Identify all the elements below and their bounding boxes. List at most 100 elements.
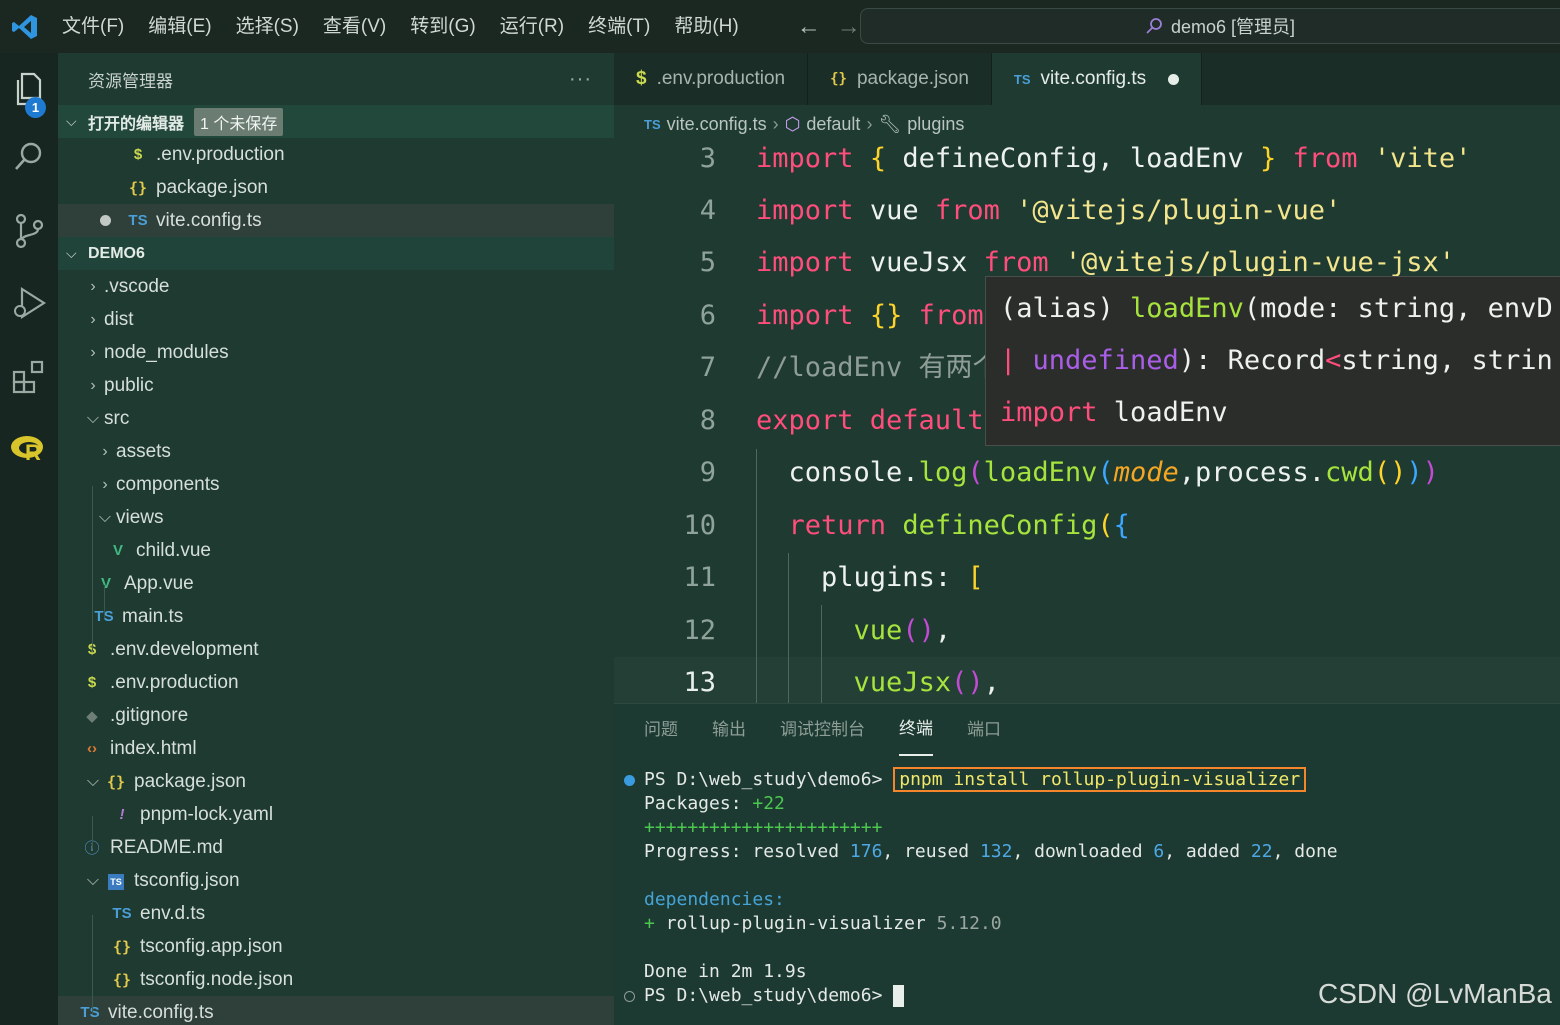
tab-ports[interactable]: 端口	[967, 704, 1001, 756]
more-actions-icon[interactable]: ···	[569, 68, 592, 91]
tab-env-production[interactable]: $ .env.production	[614, 53, 809, 105]
tree-item[interactable]: $ .env.production	[58, 666, 614, 699]
tree-item[interactable]: ⌵ TS tsconfig.json	[58, 864, 614, 897]
tree-item[interactable]: › components	[58, 468, 614, 501]
search-icon[interactable]	[0, 125, 58, 189]
code-line: 4 import vue from '@vitejs/plugin-vue'	[614, 185, 1560, 237]
tree-item-label: tsconfig.node.json	[140, 968, 294, 990]
tree-item[interactable]: TS env.d.ts	[58, 897, 614, 930]
chevron-right-icon: ›	[90, 343, 96, 361]
menu-go[interactable]: 转到(G)	[398, 9, 487, 45]
r-language-icon[interactable]: R	[0, 417, 58, 481]
tree-item[interactable]: › dist	[58, 303, 614, 336]
menu-run[interactable]: 运行(R)	[488, 9, 576, 45]
terminal-text: dependencies:	[644, 889, 785, 910]
hover-text: loadEnv	[1130, 293, 1244, 324]
yaml-file-icon: !	[119, 806, 125, 823]
open-editor-item[interactable]: TS vite.config.ts	[58, 204, 614, 237]
menu-selection[interactable]: 选择(S)	[224, 9, 311, 45]
terminal-text: +22	[752, 793, 785, 814]
tree-item-label: env.d.ts	[140, 902, 206, 924]
typescript-file-icon: TS	[112, 905, 132, 922]
tree-item[interactable]: V App.vue	[58, 567, 614, 600]
menu-terminal[interactable]: 终端(T)	[576, 9, 662, 45]
typescript-file-icon: TS	[644, 116, 661, 132]
menu-edit[interactable]: 编辑(E)	[136, 9, 223, 45]
tab-debug-console[interactable]: 调试控制台	[780, 704, 865, 756]
json-file-icon: {}	[128, 178, 148, 197]
wrench-icon: 🔧︎	[878, 113, 902, 134]
cube-icon: ⬡	[784, 113, 801, 134]
menu-help[interactable]: 帮助(H)	[662, 9, 750, 45]
tree-item[interactable]: {} tsconfig.node.json	[58, 963, 614, 996]
line-number: 4	[699, 195, 716, 226]
line-number: 8	[699, 405, 716, 436]
tab-problems[interactable]: 问题	[644, 704, 678, 756]
tree-item-label: index.html	[110, 737, 197, 759]
tree-item[interactable]: ⌵ views	[58, 501, 614, 534]
tree-item[interactable]: › assets	[58, 435, 614, 468]
breadcrumb-file[interactable]: vite.config.ts	[667, 114, 767, 135]
tree-item-label: components	[116, 473, 220, 495]
tree-item[interactable]: ⓘREADME.md	[58, 831, 614, 864]
run-debug-icon[interactable]	[0, 271, 58, 335]
tree-item[interactable]: › .vscode	[58, 270, 614, 303]
command-center-text: demo6 [管理员]	[1170, 17, 1296, 37]
tree-item[interactable]: {} tsconfig.app.json	[58, 930, 614, 963]
command-center-search[interactable]: demo6 [管理员]	[860, 8, 1560, 44]
arrow-right-icon[interactable]: →	[837, 14, 861, 39]
tree-item-label: tsconfig.json	[134, 869, 240, 891]
breadcrumb-symbol[interactable]: default	[806, 114, 860, 135]
command-pending-dot-icon[interactable]	[624, 991, 635, 1002]
arrow-left-icon[interactable]: ←	[797, 14, 821, 39]
command-success-dot-icon[interactable]	[624, 775, 635, 786]
editor-tabs: $ .env.production {} package.json TS vit…	[614, 53, 1560, 105]
terminal-cursor	[893, 985, 905, 1007]
tree-item[interactable]: TS main.ts	[58, 600, 614, 633]
chevron-right-icon: ›	[90, 277, 96, 295]
tree-item-label: tsconfig.app.json	[140, 935, 283, 957]
explorer-title: 资源管理器	[88, 71, 173, 91]
tree-item[interactable]: › node_modules	[58, 336, 614, 369]
activity-bar: 1 R	[0, 53, 58, 1025]
tree-item[interactable]: ◆ .gitignore	[58, 699, 614, 732]
hover-text: import	[1000, 397, 1098, 428]
tree-item[interactable]: ‹› index.html	[58, 732, 614, 765]
tree-item[interactable]: › public	[58, 369, 614, 402]
unsaved-dot-icon[interactable]	[100, 214, 111, 226]
typescript-file-icon: TS	[1013, 71, 1031, 87]
tree-item[interactable]: $.env.development	[58, 633, 614, 666]
files-icon[interactable]: 1	[0, 57, 58, 121]
source-control-icon[interactable]	[0, 199, 58, 263]
unsaved-dot-icon[interactable]	[1168, 73, 1180, 85]
hover-text: undefined	[1032, 345, 1179, 376]
tab-terminal[interactable]: 终端	[899, 704, 933, 756]
extensions-icon[interactable]	[0, 345, 58, 409]
open-editors-section[interactable]: ⌵ 打开的编辑器 1 个未保存	[58, 105, 614, 138]
breadcrumb-symbol[interactable]: plugins	[907, 114, 964, 135]
tree-item[interactable]: ⌵ src	[58, 402, 614, 435]
tab-vite-config[interactable]: TS vite.config.ts	[991, 53, 1203, 105]
tab-package-json[interactable]: {} package.json	[808, 53, 992, 105]
menu-view[interactable]: 查看(V)	[311, 9, 398, 45]
tree-item[interactable]: Vchild.vue	[58, 534, 614, 567]
terminal-text: 5.12.0	[936, 913, 1002, 934]
chevron-down-icon: ⌵	[66, 245, 77, 261]
tree-item-label: pnpm-lock.yaml	[140, 803, 274, 825]
tree-item[interactable]: ! pnpm-lock.yaml	[58, 798, 614, 831]
terminal-text: rollup-plugin-visualizer	[665, 913, 937, 934]
menu-file[interactable]: 文件(F)	[50, 9, 136, 45]
panel-tabs: 问题 输出 调试控制台 终端 端口	[614, 704, 1560, 756]
explorer-sidebar: 资源管理器 ··· ⌵ 打开的编辑器 1 个未保存 $ .env.product…	[58, 53, 614, 1025]
open-editor-item[interactable]: {} package.json	[58, 171, 614, 204]
tree-item[interactable]: ⌵ {} package.json	[58, 765, 614, 798]
html-file-icon: ‹›	[87, 740, 97, 757]
terminal-prompt: PS D:\web_study\demo6>	[644, 769, 894, 790]
env-file-icon: $	[636, 68, 647, 89]
project-section[interactable]: ⌵ DEMO6	[58, 237, 614, 270]
search-icon	[1146, 18, 1162, 34]
tab-output[interactable]: 输出	[712, 704, 746, 756]
terminal-text: 132	[979, 841, 1013, 862]
open-editor-item[interactable]: $ .env.production	[58, 138, 614, 171]
tree-item[interactable]: TS vite.config.ts	[58, 996, 614, 1025]
